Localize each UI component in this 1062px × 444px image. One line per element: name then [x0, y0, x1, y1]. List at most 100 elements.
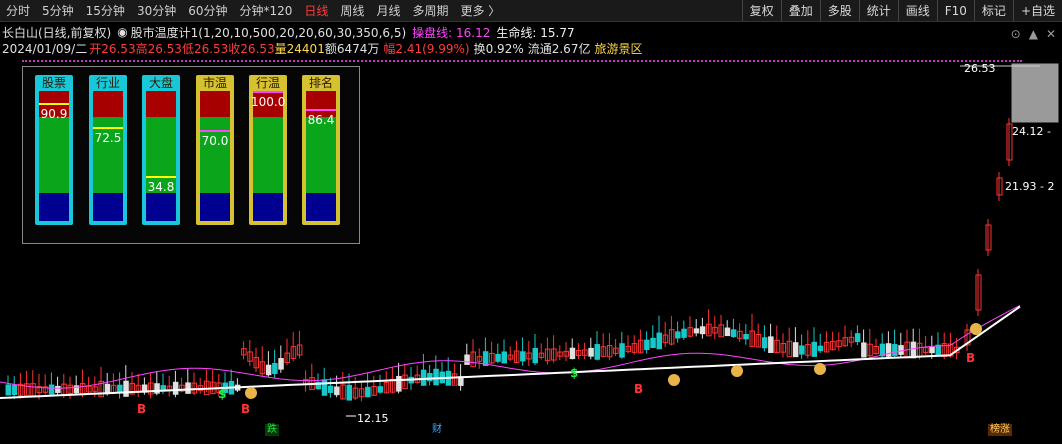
toolbar-button-1[interactable]: 叠加	[780, 0, 820, 21]
tab-1[interactable]: 5分钟	[36, 2, 80, 19]
candle-body	[420, 369, 427, 386]
indicator-toggle-icon[interactable]: ◉	[117, 25, 127, 39]
quote-line: 2024/01/09/二 开26.53 高26.53 低26.53 收26.53…	[2, 40, 642, 56]
candle-body	[11, 384, 18, 396]
limit-up-gray-block	[1011, 63, 1059, 123]
tab-8[interactable]: 月线	[370, 2, 406, 19]
tab-4[interactable]: 60分钟	[182, 2, 233, 19]
gauge-value: 70.0	[201, 134, 229, 148]
candle-body	[730, 329, 737, 338]
gauge-0: 股票 90.9	[35, 75, 73, 225]
quote-sector[interactable]: 旅游景区	[594, 40, 642, 57]
gauge-label: 行温	[255, 76, 280, 90]
gauge-level-mark	[39, 103, 69, 105]
candle-body	[743, 333, 749, 340]
life-line-label: 生命线: 15.77	[496, 25, 575, 40]
price-label-top: 26.53	[964, 62, 996, 75]
money-bag-icon	[245, 387, 257, 399]
gauge-level-mark	[306, 109, 336, 111]
gauge-green-zone	[306, 117, 336, 193]
candle-body	[619, 343, 625, 358]
gauge-label: 市温	[202, 76, 227, 90]
indicator-name[interactable]: 股市温度计1(1,20,10,500,20,20,60,30,350,6,5)	[131, 24, 406, 41]
candle-body	[910, 341, 917, 359]
candle-body	[761, 337, 768, 349]
buy-signal-b: B	[966, 351, 975, 365]
toolbar-button-0[interactable]: 复权	[741, 0, 781, 21]
gauge-bar: 86.4	[306, 91, 336, 221]
candle-body	[278, 358, 284, 370]
gauge-red-zone	[146, 91, 176, 117]
gauge-blue-zone	[146, 193, 176, 221]
candle-body	[768, 336, 774, 353]
tab-7[interactable]: 周线	[334, 2, 370, 19]
toolbar-button-7[interactable]: +自选	[1012, 0, 1062, 21]
tab-3[interactable]: 30分钟	[131, 2, 182, 19]
quote-date: 2024/01/09/二	[2, 41, 88, 56]
gauge-level-mark	[146, 176, 176, 178]
tab-2[interactable]: 15分钟	[80, 2, 131, 19]
buy-signal-b: B	[634, 382, 643, 396]
candle-body	[495, 353, 501, 362]
candle-body	[327, 385, 334, 393]
candle-body	[365, 386, 371, 398]
gauge-blue-zone	[253, 193, 283, 221]
candle-body	[532, 348, 538, 364]
candle-body	[272, 363, 278, 374]
tab-5[interactable]: 分钟*120	[234, 2, 299, 19]
candle-body	[879, 343, 886, 357]
money-bag-icon	[814, 363, 826, 375]
candle-body	[799, 345, 805, 355]
candle-body	[594, 344, 600, 360]
candle-body	[792, 342, 799, 358]
candle-body	[172, 381, 179, 395]
toolbar-button-5[interactable]: F10	[936, 0, 974, 21]
candle-body	[377, 386, 383, 393]
tab-10[interactable]: 更多 〉	[454, 2, 506, 19]
gauge-bar: 34.8	[146, 91, 176, 221]
toolbar-button-6[interactable]: 标记	[973, 0, 1013, 21]
panel-window-controls: ⊙ ▲ ✕	[1011, 27, 1056, 41]
money-bag-icon	[970, 323, 982, 335]
tab-0[interactable]: 分时	[0, 2, 36, 19]
quote-amount: 额6474万	[324, 41, 380, 56]
gauge-red-zone	[200, 91, 230, 117]
buy-signal-b: B	[241, 402, 250, 416]
money-bag-icon	[731, 365, 743, 377]
gauge-4: 行温 100.0	[249, 75, 287, 225]
candle-body	[588, 347, 594, 357]
toolbar-button-2[interactable]: 多股	[819, 0, 859, 21]
stock-name[interactable]: 长白山(日线,前复权)	[2, 24, 111, 41]
close-icon[interactable]: ✕	[1046, 27, 1056, 41]
gauge-label: 排名	[308, 76, 333, 90]
gauge-2: 大盘 34.8	[142, 75, 180, 225]
tab-9[interactable]: 多周期	[406, 2, 454, 19]
candle-body	[433, 368, 439, 386]
gauge-label: 行业	[95, 76, 120, 90]
gauge-value: 90.9	[40, 107, 68, 121]
quote-low: 低26.53	[181, 41, 229, 56]
candle-body	[650, 337, 656, 349]
candle-body	[334, 386, 340, 396]
pan-line-label: 操盘线: 16.12	[412, 25, 491, 40]
gauge-green-zone	[253, 117, 283, 193]
period-toolbar: 分时 5分钟 15分钟 30分钟 60分钟 分钟*120 日线 周线 月线 多周期 更多 〉 复权叠…	[0, 0, 1062, 22]
temperature-gauge-panel: 股票 90.9 行业 72.5 大盘 34.8 市温 70.0 行温 100.0 排名 86.4	[22, 66, 360, 244]
candle-body	[48, 384, 55, 395]
gauge-level-mark	[253, 91, 283, 93]
collapse-icon[interactable]: ▲	[1029, 27, 1038, 41]
sell-signal-dollar: $	[570, 366, 578, 380]
candle-body	[520, 351, 526, 362]
settings-icon[interactable]: ⊙	[1011, 27, 1021, 41]
tab-6[interactable]: 日线	[298, 2, 334, 19]
candle-body	[569, 347, 576, 360]
gauge-blue-zone	[39, 193, 69, 221]
candle-body	[929, 346, 935, 354]
toolbar-button-4[interactable]: 画线	[897, 0, 937, 21]
quote-turnover: 换0.92%	[473, 41, 524, 56]
candle-body	[935, 344, 941, 356]
toolbar-button-3[interactable]: 统计	[858, 0, 898, 21]
gauge-blue-zone	[306, 193, 336, 221]
gauge-value: 34.8	[147, 180, 175, 194]
price-label-mid: 24.12 -	[1012, 125, 1051, 138]
